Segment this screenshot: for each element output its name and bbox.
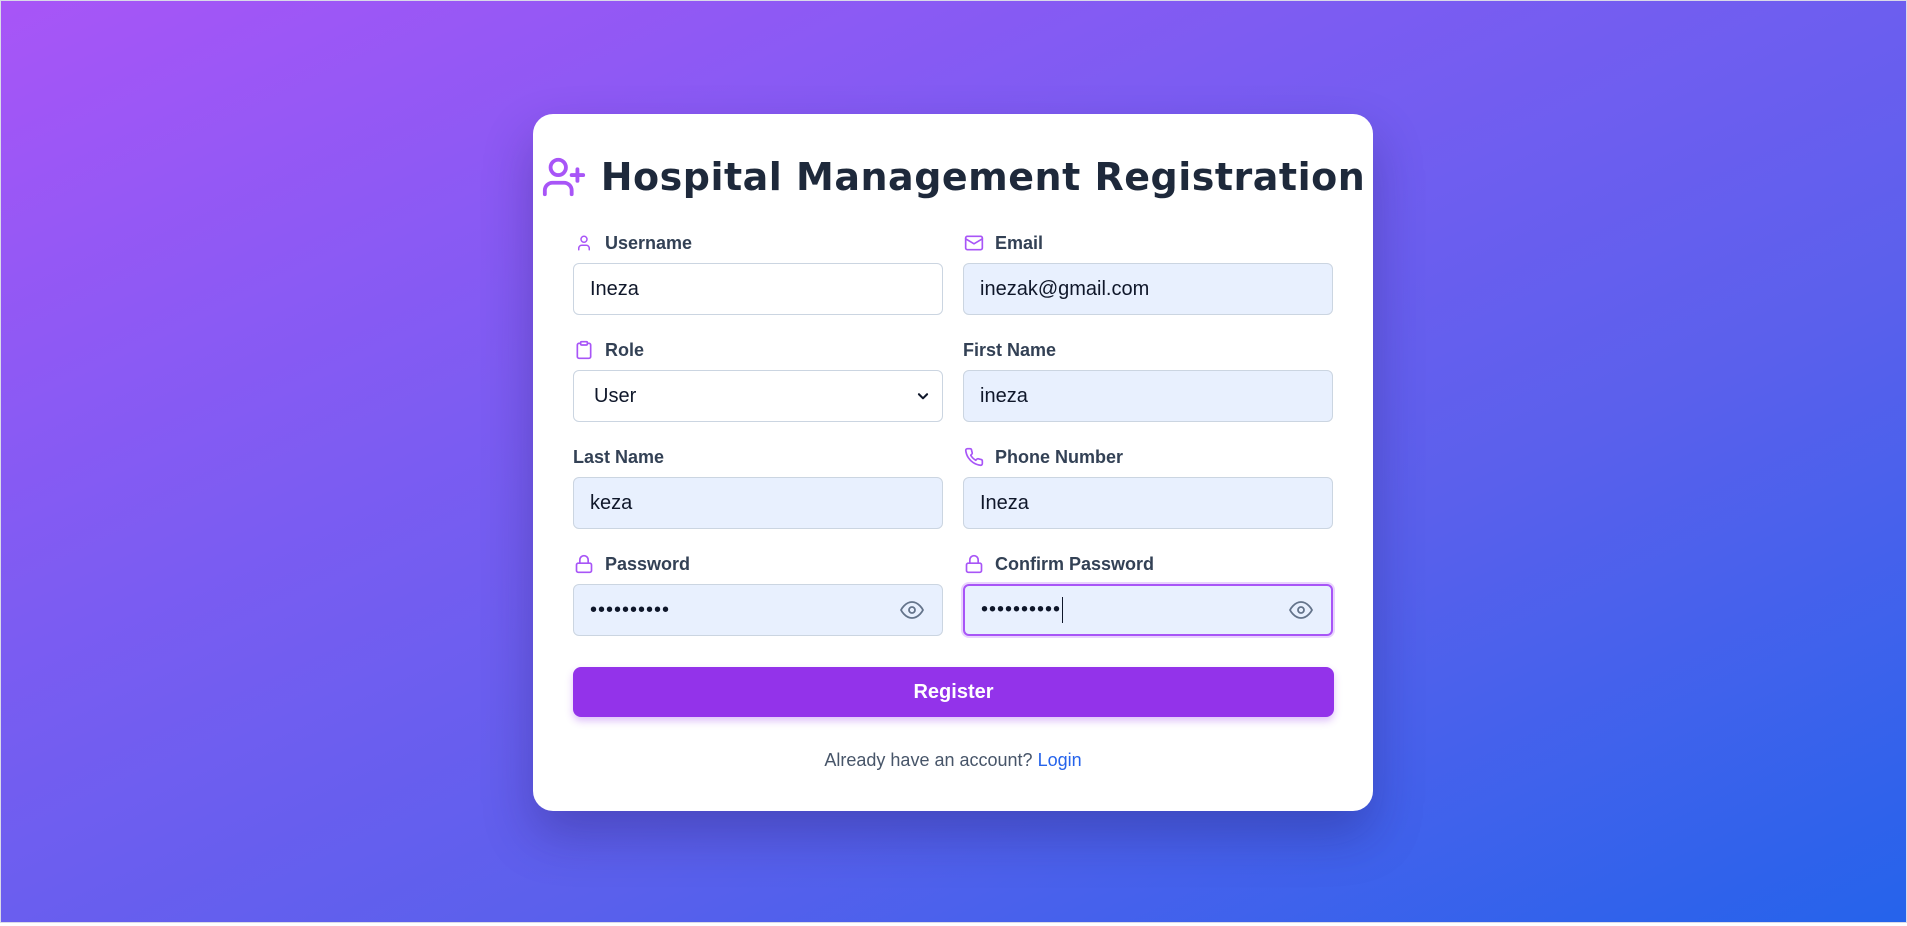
username-value: Ineza — [590, 277, 639, 300]
first-name-field-group: First Name ineza — [963, 337, 1333, 422]
last-name-field-group: Last Name keza — [573, 444, 943, 529]
lock-icon — [573, 553, 595, 575]
last-name-label-row: Last Name — [573, 444, 943, 470]
user-icon — [573, 232, 595, 254]
last-name-value: keza — [590, 491, 633, 514]
register-button[interactable]: Register — [573, 667, 1334, 717]
confirm-password-value-wrap: •••••••••• — [981, 597, 1287, 623]
last-name-input[interactable]: keza — [573, 477, 943, 529]
role-select[interactable]: User — [573, 370, 943, 422]
password-label: Password — [605, 553, 691, 574]
phone-label-row: Phone Number — [963, 444, 1333, 470]
clipboard-icon — [573, 339, 595, 361]
eye-icon[interactable] — [898, 596, 926, 624]
email-label: Email — [995, 232, 1044, 253]
phone-value: Ineza — [980, 491, 1029, 514]
password-label-row: Password — [573, 551, 943, 577]
role-label: Role — [605, 339, 645, 360]
first-name-label-row: First Name — [963, 337, 1333, 363]
confirm-password-value: •••••••••• — [981, 598, 1062, 621]
confirm-password-label-row: Confirm Password — [963, 551, 1333, 577]
login-prompt-text: Already have an account? — [824, 750, 1033, 770]
login-prompt: Already have an account? Login — [533, 750, 1373, 771]
password-value: •••••••••• — [590, 598, 671, 621]
email-label-row: Email — [963, 230, 1333, 256]
mail-icon — [963, 232, 985, 254]
username-label-row: Username — [573, 230, 943, 256]
email-field-group: Email inezak@gmail.com — [963, 230, 1333, 315]
email-input[interactable]: inezak@gmail.com — [963, 263, 1333, 315]
lock-icon — [963, 553, 985, 575]
registration-card: Hospital Management Registration Usernam… — [533, 114, 1373, 811]
card-header: Hospital Management Registration — [533, 154, 1373, 200]
confirm-password-input[interactable]: •••••••••• — [963, 584, 1333, 636]
first-name-label: First Name — [963, 339, 1057, 360]
last-name-label: Last Name — [573, 446, 665, 467]
phone-input[interactable]: Ineza — [963, 477, 1333, 529]
user-plus-icon — [541, 154, 587, 200]
first-name-value: ineza — [980, 384, 1028, 407]
phone-icon — [963, 446, 985, 468]
email-value: inezak@gmail.com — [980, 277, 1150, 300]
password-field-group: Password •••••••••• — [573, 551, 943, 636]
first-name-input[interactable]: ineza — [963, 370, 1333, 422]
role-value: User — [594, 384, 637, 407]
username-input[interactable]: Ineza — [573, 263, 943, 315]
page-title: Hospital Management Registration — [600, 155, 1366, 199]
confirm-password-field-group: Confirm Password •••••••••• — [963, 551, 1333, 636]
login-link[interactable]: Login — [1038, 750, 1082, 770]
eye-icon[interactable] — [1287, 596, 1315, 624]
password-input[interactable]: •••••••••• — [573, 584, 943, 636]
text-caret — [1062, 597, 1064, 623]
username-field-group: Username Ineza — [573, 230, 943, 315]
username-label: Username — [605, 232, 693, 253]
phone-label: Phone Number — [995, 446, 1124, 467]
phone-field-group: Phone Number Ineza — [963, 444, 1333, 529]
confirm-password-label: Confirm Password — [995, 553, 1155, 574]
role-label-row: Role — [573, 337, 943, 363]
role-field-group: Role User — [573, 337, 943, 422]
chevron-down-icon — [914, 387, 932, 405]
